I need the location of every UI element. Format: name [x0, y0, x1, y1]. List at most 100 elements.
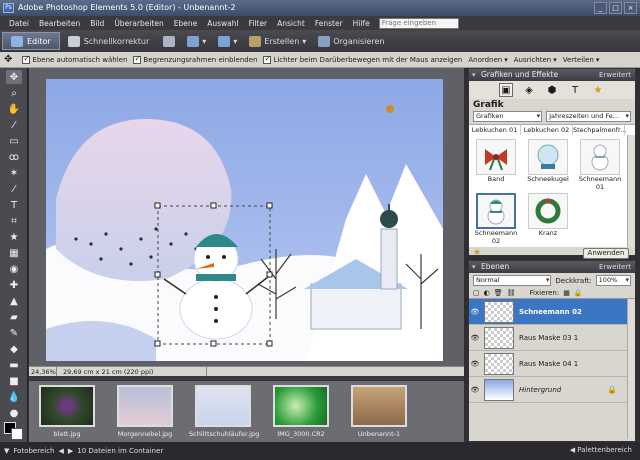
blend-mode-dropdown[interactable]: Normal [473, 275, 552, 286]
effects-icon[interactable]: ◈ [522, 83, 536, 97]
opacity-field[interactable]: 100% [595, 275, 631, 286]
apply-button[interactable]: Anwenden [583, 248, 629, 259]
share-button[interactable]: ▾ [181, 32, 212, 50]
print-button[interactable] [157, 32, 181, 50]
blur-tool-icon[interactable]: 💧 [6, 390, 22, 404]
link-layers-icon[interactable]: ⛓ [507, 289, 516, 297]
photobin-toggle-icon[interactable]: ▼ [4, 447, 9, 455]
bin-thumb-img3000[interactable]: IMG_3000.CR2 [267, 385, 335, 443]
red-eye-tool-icon[interactable]: ◉ [6, 262, 22, 276]
distribute-button[interactable]: Verteilen ▾ [563, 56, 600, 64]
layers-more-button[interactable]: Erweitert [599, 261, 631, 273]
menu-ueberarbeiten[interactable]: Überarbeiten [109, 19, 168, 28]
zoom-tool-icon[interactable]: ⌕ [6, 86, 22, 100]
artwork-scrollbar[interactable] [627, 135, 635, 247]
paint-bucket-tool-icon[interactable]: ◆ [6, 342, 22, 356]
delete-layer-icon[interactable]: 🗑 [494, 289, 503, 297]
layers-panel-header[interactable]: ▾ Ebenen Erweitert [469, 261, 635, 273]
menu-filter[interactable]: Filter [244, 19, 273, 28]
filters-icon[interactable]: ⬢ [545, 83, 559, 97]
cookie-cutter-tool-icon[interactable]: ★ [6, 230, 22, 244]
move-tool-icon[interactable]: ✥ [6, 70, 22, 84]
palette-bin-toggle[interactable]: ◀ Palettenbereich [570, 446, 632, 454]
layer-row[interactable]: 👁 Schneemann 02 [469, 299, 635, 325]
tab-quickfix[interactable]: Schnellkorrektur [60, 32, 158, 50]
maximize-button[interactable]: □ [609, 2, 622, 14]
order-prints-button[interactable]: ▾ [212, 32, 243, 50]
menu-bild[interactable]: Bild [85, 19, 109, 28]
layer-row[interactable]: 👁 Raus Maske 03 1 [469, 325, 635, 351]
bin-thumb-schlittschuh[interactable]: Schlittschuhläufer.jpg [189, 385, 260, 443]
eyedropper-tool-icon[interactable]: ⁄ [6, 118, 22, 132]
straighten-tool-icon[interactable]: ▦ [6, 246, 22, 260]
shape-tool-icon[interactable]: ■ [6, 374, 22, 388]
lasso-tool-icon[interactable]: ꝏ [6, 150, 22, 164]
artwork-schneemann-01[interactable]: Schneemann 01 [575, 137, 625, 191]
layers-scrollbar[interactable] [627, 299, 635, 439]
tab-editor[interactable]: Editor [2, 32, 60, 50]
visibility-eye-icon[interactable]: 👁 [469, 386, 481, 394]
favorite-star-icon[interactable]: ★ [473, 248, 481, 258]
effects-panel-header[interactable]: ▾ Grafiken und Effekte Erweitert [469, 69, 635, 81]
text-effects-icon[interactable]: T [568, 83, 582, 97]
artwork-band[interactable]: Band [471, 137, 521, 189]
auto-select-checkbox[interactable]: Ebene automatisch wählen [22, 54, 127, 64]
image-canvas[interactable] [46, 79, 443, 361]
magic-wand-tool-icon[interactable]: ✶ [6, 166, 22, 180]
checkbox-checked-icon [133, 54, 142, 64]
next-file-icon[interactable]: ▶ [68, 447, 73, 455]
healing-brush-tool-icon[interactable]: ✚ [6, 278, 22, 292]
lock-transparency-icon[interactable]: ▦ [563, 289, 570, 297]
menu-ebene[interactable]: Ebene [169, 19, 202, 28]
visibility-eye-icon[interactable]: 👁 [469, 360, 481, 368]
marquee-tool-icon[interactable]: ▭ [6, 134, 22, 148]
layer-row[interactable]: 👁 Raus Maske 04 1 [469, 351, 635, 377]
menu-auswahl[interactable]: Auswahl [202, 19, 243, 28]
minimize-button[interactable]: _ [594, 2, 607, 14]
selection-brush-tool-icon[interactable]: ⁄ [6, 182, 22, 196]
pencil-tool-icon[interactable]: ✎ [6, 326, 22, 340]
layer-row[interactable]: 👁 Hintergrund 🔒 [469, 377, 635, 403]
help-search-input[interactable] [378, 17, 459, 29]
menu-fenster[interactable]: Fenster [310, 19, 348, 28]
subcategory-dropdown[interactable]: Jahreszeiten und Fe... [546, 111, 631, 122]
favorites-icon[interactable]: ★ [591, 83, 605, 97]
photobin-label[interactable]: Fotobereich [13, 447, 54, 455]
background-color-swatch[interactable] [11, 428, 23, 440]
bounding-box-checkbox[interactable]: Begrenzungsrahmen einblenden [133, 54, 257, 64]
bin-thumb-unbenannt1[interactable]: Unbenannt-1 [345, 385, 413, 443]
arrange-button[interactable]: Anordnen ▾ [468, 56, 507, 64]
menu-ansicht[interactable]: Ansicht [272, 19, 310, 28]
thumb-label: Schlittschuhläufer.jpg [189, 430, 260, 438]
align-button[interactable]: Ausrichten ▾ [514, 56, 557, 64]
crop-tool-icon[interactable]: ⌗ [6, 214, 22, 228]
close-button[interactable]: × [624, 2, 637, 14]
menu-datei[interactable]: Datei [4, 19, 34, 28]
effects-more-button[interactable]: Erweitert [599, 69, 631, 81]
artwork-kranz[interactable]: Kranz [523, 191, 573, 243]
zoom-level[interactable]: 24,36% [29, 367, 57, 376]
adjustment-layer-icon[interactable]: ◐ [484, 289, 490, 297]
visibility-eye-icon[interactable]: 👁 [469, 308, 481, 316]
bin-thumb-blatt[interactable]: blatt.jpg [33, 385, 101, 443]
prev-file-icon[interactable]: ◀ [59, 447, 64, 455]
type-tool-icon[interactable]: T [6, 198, 22, 212]
hand-tool-icon[interactable]: ✋ [6, 102, 22, 116]
menu-hilfe[interactable]: Hilfe [348, 19, 375, 28]
sponge-tool-icon[interactable]: ● [6, 406, 22, 420]
new-layer-icon[interactable]: ▢ [473, 289, 480, 297]
artwork-icon[interactable]: ▣ [499, 83, 513, 97]
menu-bearbeiten[interactable]: Bearbeiten [34, 19, 85, 28]
highlight-checkbox[interactable]: Lichter beim Darüberbewegen mit der Maus… [263, 54, 462, 64]
create-button[interactable]: Erstellen ▾ [243, 32, 312, 50]
artwork-schneekugel[interactable]: Schneekugel [523, 137, 573, 189]
artwork-schneemann-02[interactable]: Schneemann 02 [471, 191, 521, 245]
visibility-eye-icon[interactable]: 👁 [469, 334, 481, 342]
lock-all-icon[interactable]: 🔒 [574, 289, 583, 297]
category-dropdown[interactable]: Grafiken [473, 111, 543, 122]
eraser-tool-icon[interactable]: ▰ [6, 310, 22, 324]
bin-thumb-morgennebel[interactable]: Morgennebel.jpg [111, 385, 179, 443]
gradient-tool-icon[interactable]: ▬ [6, 358, 22, 372]
clone-stamp-tool-icon[interactable]: ▲ [6, 294, 22, 308]
organize-button[interactable]: Organisieren [312, 32, 390, 50]
